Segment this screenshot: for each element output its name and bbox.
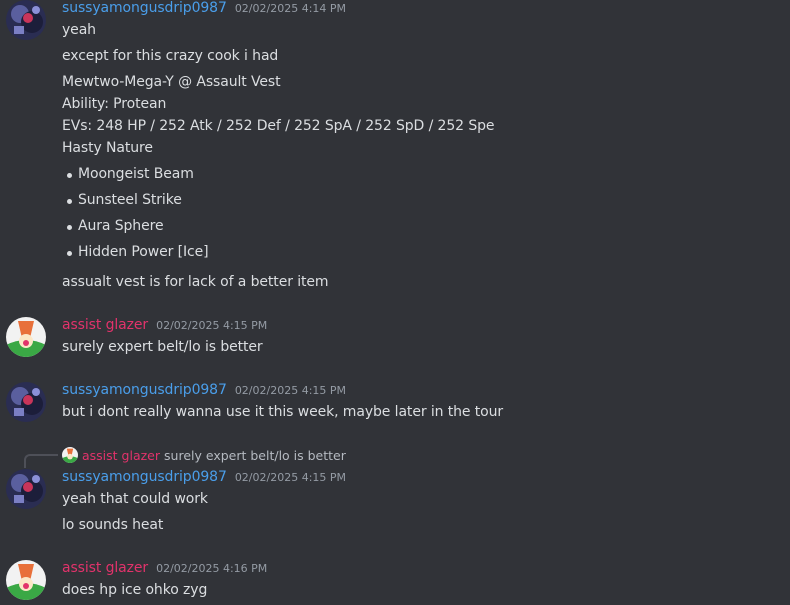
list-bullet	[67, 225, 72, 230]
list-bullet	[67, 173, 72, 178]
chat-message-list: sussyamongusdrip0987 02/02/2025 4:14 PM …	[0, 0, 790, 605]
reply-text[interactable]: surely expert belt/lo is better	[164, 448, 346, 463]
message-text: yeah that could work	[62, 491, 208, 507]
message-text: EVs: 248 HP / 252 Atk / 252 Def / 252 Sp…	[62, 118, 495, 134]
message-text: surely expert belt/lo is better	[62, 339, 263, 355]
list-item: Hidden Power [Ice]	[78, 244, 209, 260]
message-header: sussyamongusdrip0987 02/02/2025 4:15 PM	[62, 382, 346, 400]
message-header: assist glazer 02/02/2025 4:15 PM	[62, 317, 267, 335]
message-text: Mewtwo-Mega-Y @ Assault Vest	[62, 74, 281, 90]
username[interactable]: sussyamongusdrip0987	[62, 469, 227, 485]
timestamp: 02/02/2025 4:15 PM	[234, 471, 347, 484]
message-text: except for this crazy cook i had	[62, 48, 279, 64]
message-text: Hasty Nature	[62, 140, 153, 156]
reply-connector	[24, 454, 58, 468]
message-header: sussyamongusdrip0987 02/02/2025 4:15 PM	[62, 469, 346, 487]
message-text: Ability: Protean	[62, 96, 167, 112]
timestamp: 02/02/2025 4:15 PM	[234, 384, 347, 397]
timestamp: 02/02/2025 4:15 PM	[156, 319, 268, 332]
avatar-glazer[interactable]	[6, 560, 46, 600]
timestamp: 02/02/2025 4:16 PM	[156, 562, 268, 575]
timestamp: 02/02/2025 4:14 PM	[234, 2, 347, 15]
reply-username[interactable]: assist glazer	[82, 448, 160, 463]
message-text: lo sounds heat	[62, 517, 164, 533]
message-text: but i dont really wanna use it this week…	[62, 404, 504, 420]
message-text: assualt vest is for lack of a better ite…	[62, 274, 329, 290]
list-bullet	[67, 251, 72, 256]
message-text: does hp ice ohko zyg	[62, 582, 208, 598]
avatar-sussy[interactable]	[6, 0, 46, 40]
message-text: yeah	[62, 22, 96, 38]
reply-avatar	[62, 447, 78, 463]
list-item: Sunsteel Strike	[78, 192, 182, 208]
username[interactable]: sussyamongusdrip0987	[62, 382, 227, 398]
avatar-glazer[interactable]	[6, 317, 46, 357]
avatar-sussy[interactable]	[6, 469, 46, 509]
username[interactable]: assist glazer	[62, 317, 148, 333]
list-bullet	[67, 199, 72, 204]
message-header: assist glazer 02/02/2025 4:16 PM	[62, 560, 267, 578]
username[interactable]: sussyamongusdrip0987	[62, 0, 227, 16]
reply-preview[interactable]: assist glazer surely expert belt/lo is b…	[62, 447, 346, 463]
list-item: Moongeist Beam	[78, 166, 194, 182]
username[interactable]: assist glazer	[62, 560, 148, 576]
list-item: Aura Sphere	[78, 218, 164, 234]
message-header: sussyamongusdrip0987 02/02/2025 4:14 PM	[62, 0, 346, 18]
avatar-sussy[interactable]	[6, 382, 46, 422]
